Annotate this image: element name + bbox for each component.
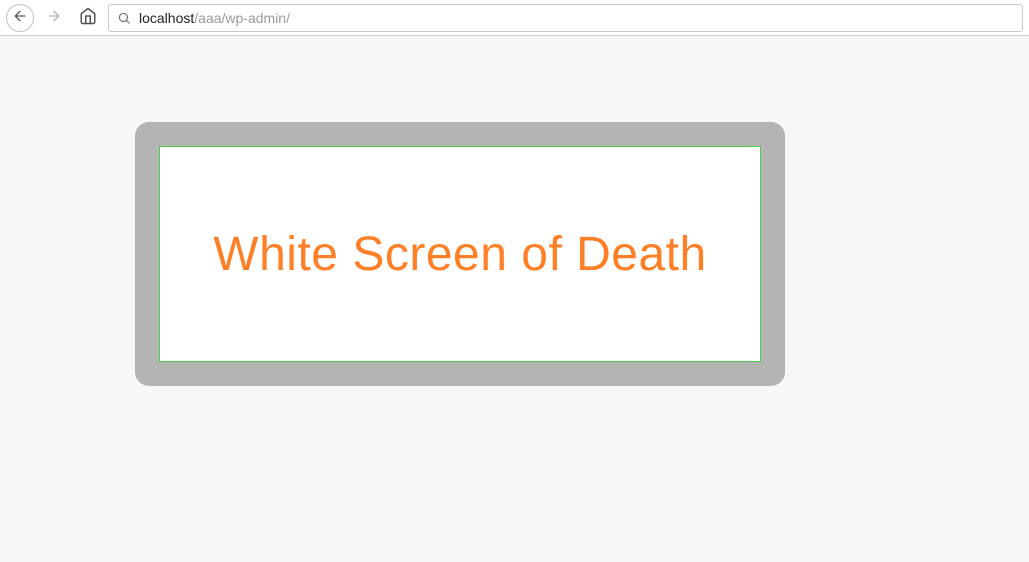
address-bar[interactable]: localhost/aaa/wp-admin/ — [108, 4, 1023, 32]
callout-inner: White Screen of Death — [159, 146, 761, 362]
page-content: White Screen of Death — [0, 36, 1029, 562]
arrow-left-icon — [12, 8, 28, 27]
back-button[interactable] — [6, 4, 34, 32]
forward-button[interactable] — [40, 4, 68, 32]
callout-frame: White Screen of Death — [135, 122, 785, 386]
home-button[interactable] — [74, 4, 102, 32]
url-host: localhost — [139, 10, 194, 26]
callout-text: White Screen of Death — [213, 227, 706, 282]
browser-toolbar: localhost/aaa/wp-admin/ — [0, 0, 1029, 36]
url-display: localhost/aaa/wp-admin/ — [139, 10, 290, 26]
search-icon — [117, 11, 131, 25]
home-icon — [79, 7, 97, 28]
arrow-right-icon — [46, 8, 62, 27]
url-path: /aaa/wp-admin/ — [194, 10, 290, 26]
